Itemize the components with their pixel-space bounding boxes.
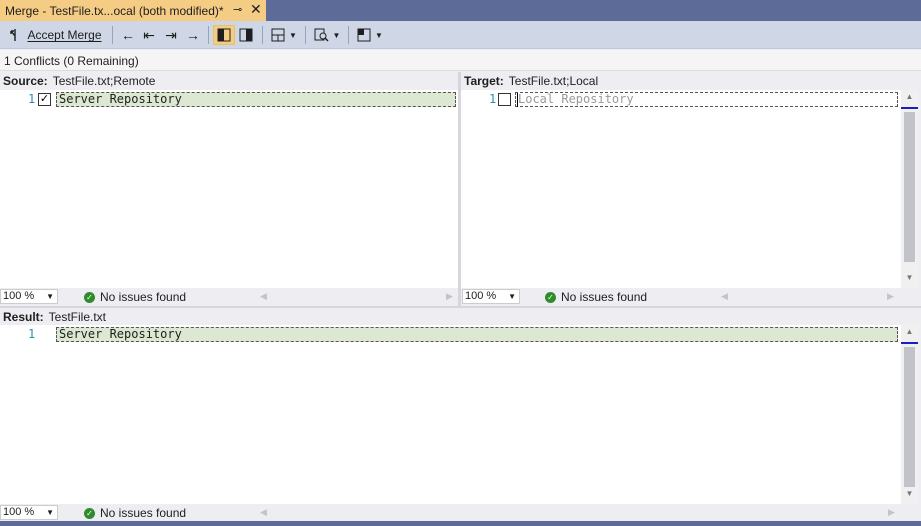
line-number: 1 [28, 92, 36, 106]
change-marker [901, 107, 918, 109]
chevron-down-icon: ▼ [46, 292, 54, 301]
chevron-down-icon: ▼ [375, 30, 383, 40]
scroll-up-icon[interactable]: ▲ [901, 92, 918, 106]
merge-icon [10, 29, 17, 41]
chevron-down-icon: ▼ [289, 30, 297, 40]
source-issues-status[interactable]: ✓ No issues found [84, 290, 186, 304]
check-circle-icon: ✓ [84, 291, 95, 303]
text-cursor [517, 93, 518, 107]
toolbar-separator [208, 26, 209, 44]
arrow-last-icon: ⇥ [165, 26, 177, 43]
target-zoom-select[interactable]: 100 % ▼ [462, 289, 520, 304]
result-label: Result: [3, 310, 44, 324]
check-circle-icon: ✓ [84, 507, 95, 519]
result-issues-status[interactable]: ✓ No issues found [84, 506, 186, 520]
target-file: TestFile.txt;Local [508, 74, 599, 88]
compare-options-dropdown[interactable]: ▼ [311, 25, 343, 45]
scroll-thumb[interactable] [904, 112, 915, 262]
issues-text: No issues found [561, 290, 648, 304]
target-issues-status[interactable]: ✓ No issues found [545, 290, 647, 304]
source-file: TestFile.txt;Remote [52, 74, 156, 88]
view-options-dropdown[interactable]: ▼ [354, 25, 386, 45]
issues-text: No issues found [100, 506, 187, 520]
window-bottom-border [0, 521, 921, 526]
result-status-bar: 100 % ▼ ✓ No issues found ◀ ▶ [0, 504, 921, 521]
zoom-value: 100 % [465, 290, 497, 302]
first-change-button[interactable]: ⇤ [140, 25, 158, 45]
target-status-bar: 100 % ▼ ✓ No issues found ◀ ▶ [461, 288, 921, 305]
target-line-checkbox[interactable] [498, 93, 511, 106]
arrow-left-icon: ← [121, 27, 135, 43]
toolbar-separator [112, 26, 113, 44]
source-code-line: Server Repository [56, 92, 456, 107]
previous-change-button[interactable]: ← [119, 25, 137, 45]
scroll-down-icon[interactable]: ▼ [901, 489, 918, 503]
line-number: 1 [489, 92, 497, 106]
vertical-layout-button[interactable] [213, 25, 235, 45]
source-editor[interactable]: 1 ✓ Server Repository [0, 90, 458, 288]
check-circle-icon: ✓ [545, 291, 556, 303]
last-change-button[interactable]: ⇥ [162, 25, 180, 45]
scroll-left-icon[interactable]: ◀ [260, 507, 267, 518]
conflicts-summary: 1 Conflicts (0 Remaining) [0, 50, 921, 71]
issues-text: No issues found [100, 290, 187, 304]
source-status-bar: 100 % ▼ ✓ No issues found ◀ ▶ [0, 288, 458, 305]
scroll-down-icon[interactable]: ▼ [901, 273, 918, 287]
side-by-side-right-icon [239, 28, 253, 42]
chevron-down-icon: ▼ [46, 508, 54, 517]
scroll-left-icon[interactable]: ◀ [721, 291, 728, 302]
next-change-button[interactable]: → [184, 25, 202, 45]
scroll-right-icon[interactable]: ▶ [446, 291, 453, 302]
zoom-value: 100 % [3, 506, 35, 518]
horizontal-layout-button[interactable] [236, 25, 256, 45]
zoom-value: 100 % [3, 290, 35, 302]
accept-merge-button[interactable]: Accept Merge [6, 25, 104, 45]
result-file: TestFile.txt [48, 310, 107, 324]
target-code-line: Local Repository [515, 92, 898, 107]
line-number: 1 [28, 327, 36, 341]
result-pane-header: Result: TestFile.txt [3, 308, 883, 326]
side-by-side-left-icon [217, 28, 231, 42]
target-label: Target: [464, 74, 504, 88]
toolbar-separator [262, 26, 263, 44]
target-pane-header: Target: TestFile.txt;Local [464, 72, 904, 90]
change-marker [901, 342, 918, 344]
toolbar-separator [348, 26, 349, 44]
layout-grid-icon [271, 28, 285, 42]
document-tab-strip: Merge - TestFile.tx...ocal (both modifie… [0, 0, 921, 21]
source-zoom-select[interactable]: 100 % ▼ [0, 289, 58, 304]
source-line-checkbox[interactable]: ✓ [38, 93, 51, 106]
tab-title: Merge - TestFile.tx...ocal (both modifie… [5, 3, 224, 18]
close-tab-icon[interactable]: ✕ [250, 1, 262, 18]
accept-merge-label: Accept Merge [27, 28, 102, 42]
target-vertical-scrollbar[interactable]: ▲ ▼ [901, 90, 918, 288]
pin-icon[interactable]: ⊸ [233, 3, 242, 16]
target-editor[interactable]: 1 Local Repository [461, 90, 901, 288]
source-pane-header: Source: TestFile.txt;Remote [3, 72, 457, 90]
chevron-down-icon: ▼ [332, 30, 341, 40]
arrow-first-icon: ⇤ [143, 26, 155, 43]
search-compare-icon [314, 28, 329, 42]
arrow-right-icon: → [186, 27, 200, 43]
layout-dropdown-button[interactable]: ▼ [268, 25, 300, 45]
source-label: Source: [3, 74, 48, 88]
scroll-thumb[interactable] [904, 347, 915, 487]
result-vertical-scrollbar[interactable]: ▲ ▼ [901, 325, 918, 504]
document-tab[interactable]: Merge - TestFile.tx...ocal (both modifie… [0, 0, 266, 21]
toolbar-separator [305, 26, 306, 44]
chevron-down-icon: ▼ [508, 292, 516, 301]
result-zoom-select[interactable]: 100 % ▼ [0, 505, 58, 520]
scroll-left-icon[interactable]: ◀ [260, 291, 267, 302]
merge-toolbar: Accept Merge ← ⇤ ⇥ → ▼ ▼ ▼ [0, 21, 921, 49]
scroll-up-icon[interactable]: ▲ [901, 327, 918, 341]
conflicts-text: 1 Conflicts (0 Remaining) [4, 54, 139, 68]
result-code-line: Server Repository [56, 327, 898, 342]
scroll-right-icon[interactable]: ▶ [888, 507, 895, 518]
window-layout-icon [357, 28, 371, 42]
scroll-right-icon[interactable]: ▶ [887, 291, 894, 302]
result-editor[interactable]: 1 Server Repository [0, 325, 901, 504]
